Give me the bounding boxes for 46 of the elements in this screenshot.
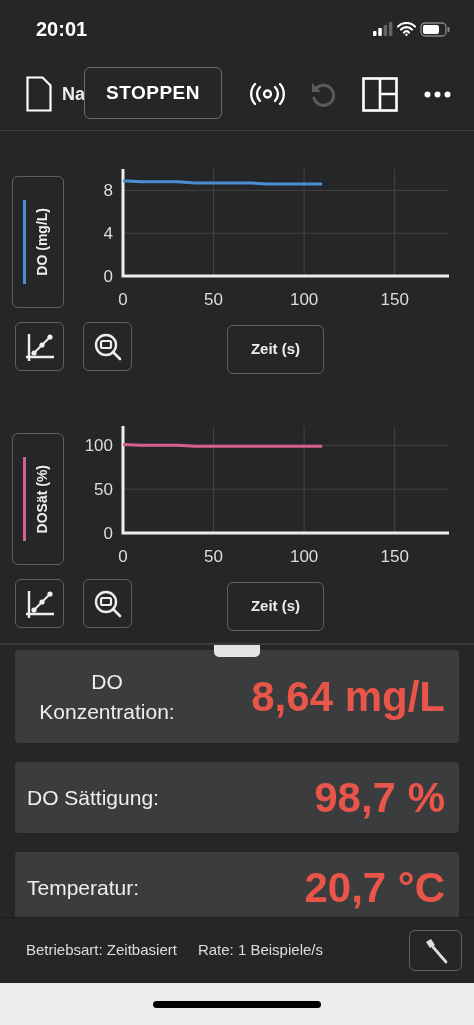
x-axis-button[interactable]: Zeit (s) — [227, 325, 324, 374]
meter-value: 98,7 % — [314, 773, 445, 823]
y-tick-label: 100 — [84, 436, 113, 456]
meter-label: Temperatur: — [27, 874, 140, 901]
zoom-icon — [92, 331, 123, 362]
layout-icon[interactable] — [362, 76, 398, 112]
stop-button[interactable]: STOPPEN — [84, 67, 222, 119]
axis-label-button[interactable]: DO (mg/L) — [12, 176, 64, 308]
zoom-button[interactable] — [83, 579, 132, 628]
battery-icon — [420, 21, 450, 37]
wifi-icon — [397, 22, 416, 36]
x-tick-label: 50 — [204, 547, 223, 566]
mode-text: Betriebsart: Zeitbasiert — [26, 940, 177, 961]
clock-time: 20:01 — [36, 17, 88, 42]
y-tick-label: 8 — [103, 181, 113, 201]
meter-value: 8,64 mg/L — [251, 672, 445, 722]
x-tick-label: 50 — [204, 290, 223, 309]
line-graph-icon — [24, 588, 55, 619]
meter-label: DO Sättigung: — [27, 784, 159, 811]
rate-text: Rate: 1 Beispiele/s — [197, 940, 323, 961]
x-axis-button[interactable]: Zeit (s) — [227, 582, 324, 631]
cellular-signal-icon — [373, 22, 393, 36]
wireless-signal-icon[interactable] — [249, 83, 286, 105]
y-tick-label: 50 — [94, 480, 113, 500]
x-tick-label: 0 — [118, 547, 128, 566]
zoom-button[interactable] — [83, 322, 132, 371]
line-graph-icon — [24, 331, 55, 362]
zoom-icon — [92, 588, 123, 619]
x-tick-label: 150 — [380, 290, 409, 309]
x-tick-label: 100 — [289, 547, 319, 566]
file-name: Na — [62, 82, 85, 106]
x-tick-label: 0 — [118, 290, 128, 309]
meter-label: DO Konzentration: — [38, 669, 176, 725]
document-icon[interactable] — [26, 76, 52, 112]
home-indicator[interactable] — [153, 1000, 321, 1008]
settings-button[interactable] — [409, 930, 462, 971]
y-tick-label: 0 — [103, 267, 113, 286]
meter-value: 20,7 °C — [304, 863, 445, 913]
axis-label-button[interactable]: DOSät (%) — [12, 433, 64, 565]
y-tick-label: 0 — [103, 524, 113, 543]
x-tick-label: 150 — [380, 547, 409, 566]
more-icon[interactable] — [424, 90, 451, 98]
x-tick-label: 100 — [289, 290, 319, 309]
graph-options-button[interactable] — [15, 322, 64, 371]
y-tick-label: 4 — [103, 224, 113, 244]
graph-options-button[interactable] — [15, 579, 64, 628]
